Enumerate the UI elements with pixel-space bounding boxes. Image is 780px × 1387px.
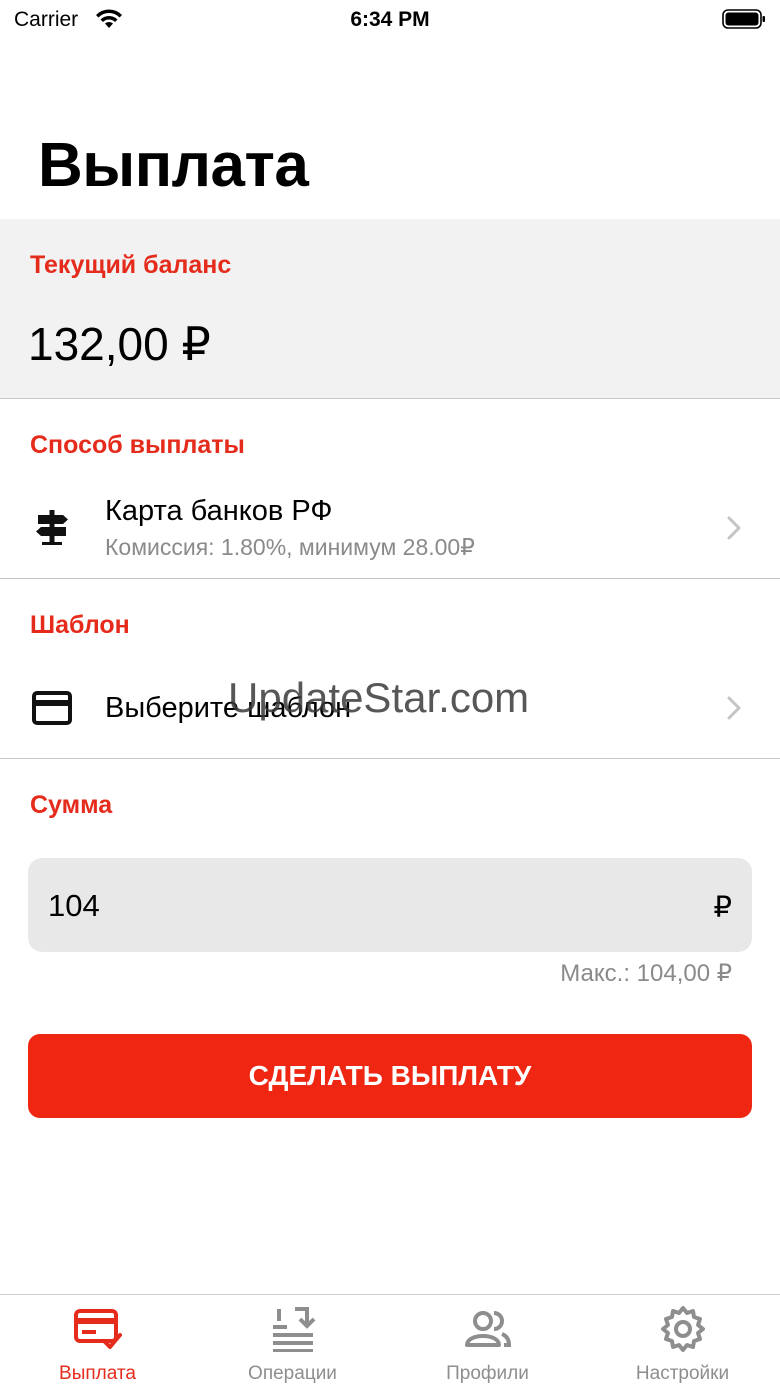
tab-operations[interactable]: Операции bbox=[195, 1295, 390, 1387]
payout-card-icon bbox=[74, 1309, 122, 1349]
card-icon bbox=[32, 691, 72, 725]
tab-operations-label: Операции bbox=[248, 1363, 337, 1384]
signpost-icon bbox=[36, 510, 68, 545]
payout-method-label: Способ выплаты bbox=[30, 431, 245, 459]
tab-profiles[interactable]: Профили bbox=[390, 1295, 585, 1387]
chevron-right-icon bbox=[727, 516, 741, 540]
tab-profiles-label: Профили bbox=[446, 1363, 529, 1384]
balance-value: 132,00 ₽ bbox=[28, 318, 211, 370]
status-bar: Carrier 6:34 PM bbox=[0, 0, 780, 40]
balance-section: Текущий баланс 132,00 ₽ bbox=[0, 219, 780, 399]
tab-settings[interactable]: Настройки bbox=[585, 1295, 780, 1387]
gear-icon bbox=[661, 1306, 705, 1352]
template-label: Шаблон bbox=[30, 611, 130, 639]
payout-method-commission: Комиссия: 1.80%, минимум 28.00₽ bbox=[105, 534, 475, 560]
tab-bar: Выплата Операции Профили Настройки bbox=[0, 1294, 780, 1387]
chevron-right-icon bbox=[727, 696, 741, 720]
balance-label: Текущий баланс bbox=[30, 251, 232, 279]
amount-max-hint: Макс.: 104,00 ₽ bbox=[560, 960, 732, 987]
tab-settings-label: Настройки bbox=[635, 1363, 730, 1384]
operations-icon bbox=[273, 1307, 316, 1352]
amount-label: Сумма bbox=[30, 791, 113, 819]
amount-input[interactable]: 104 ₽ bbox=[28, 858, 752, 952]
watermark: UpdateStar.com bbox=[228, 674, 530, 721]
tab-payout[interactable]: Выплата bbox=[0, 1295, 195, 1387]
tab-payout-label: Выплата bbox=[59, 1363, 136, 1384]
template-row[interactable]: Шаблон Выберите шаблон bbox=[0, 579, 780, 759]
make-payout-button[interactable]: СДЕЛАТЬ ВЫПЛАТУ bbox=[28, 1034, 752, 1118]
profiles-icon bbox=[465, 1311, 512, 1347]
payout-method-title: Карта банков РФ bbox=[105, 495, 333, 527]
amount-currency: ₽ bbox=[713, 892, 732, 924]
battery-icon bbox=[722, 9, 765, 29]
payout-method-row[interactable]: Способ выплаты Карта банков РФ Комиссия:… bbox=[0, 399, 780, 579]
amount-value: 104 bbox=[48, 888, 100, 923]
amount-section: Сумма 104 ₽ Макс.: 104,00 ₽ СДЕЛАТЬ ВЫПЛ… bbox=[0, 759, 780, 1139]
page-title: Выплата bbox=[38, 131, 309, 200]
clock: 6:34 PM bbox=[350, 8, 430, 31]
